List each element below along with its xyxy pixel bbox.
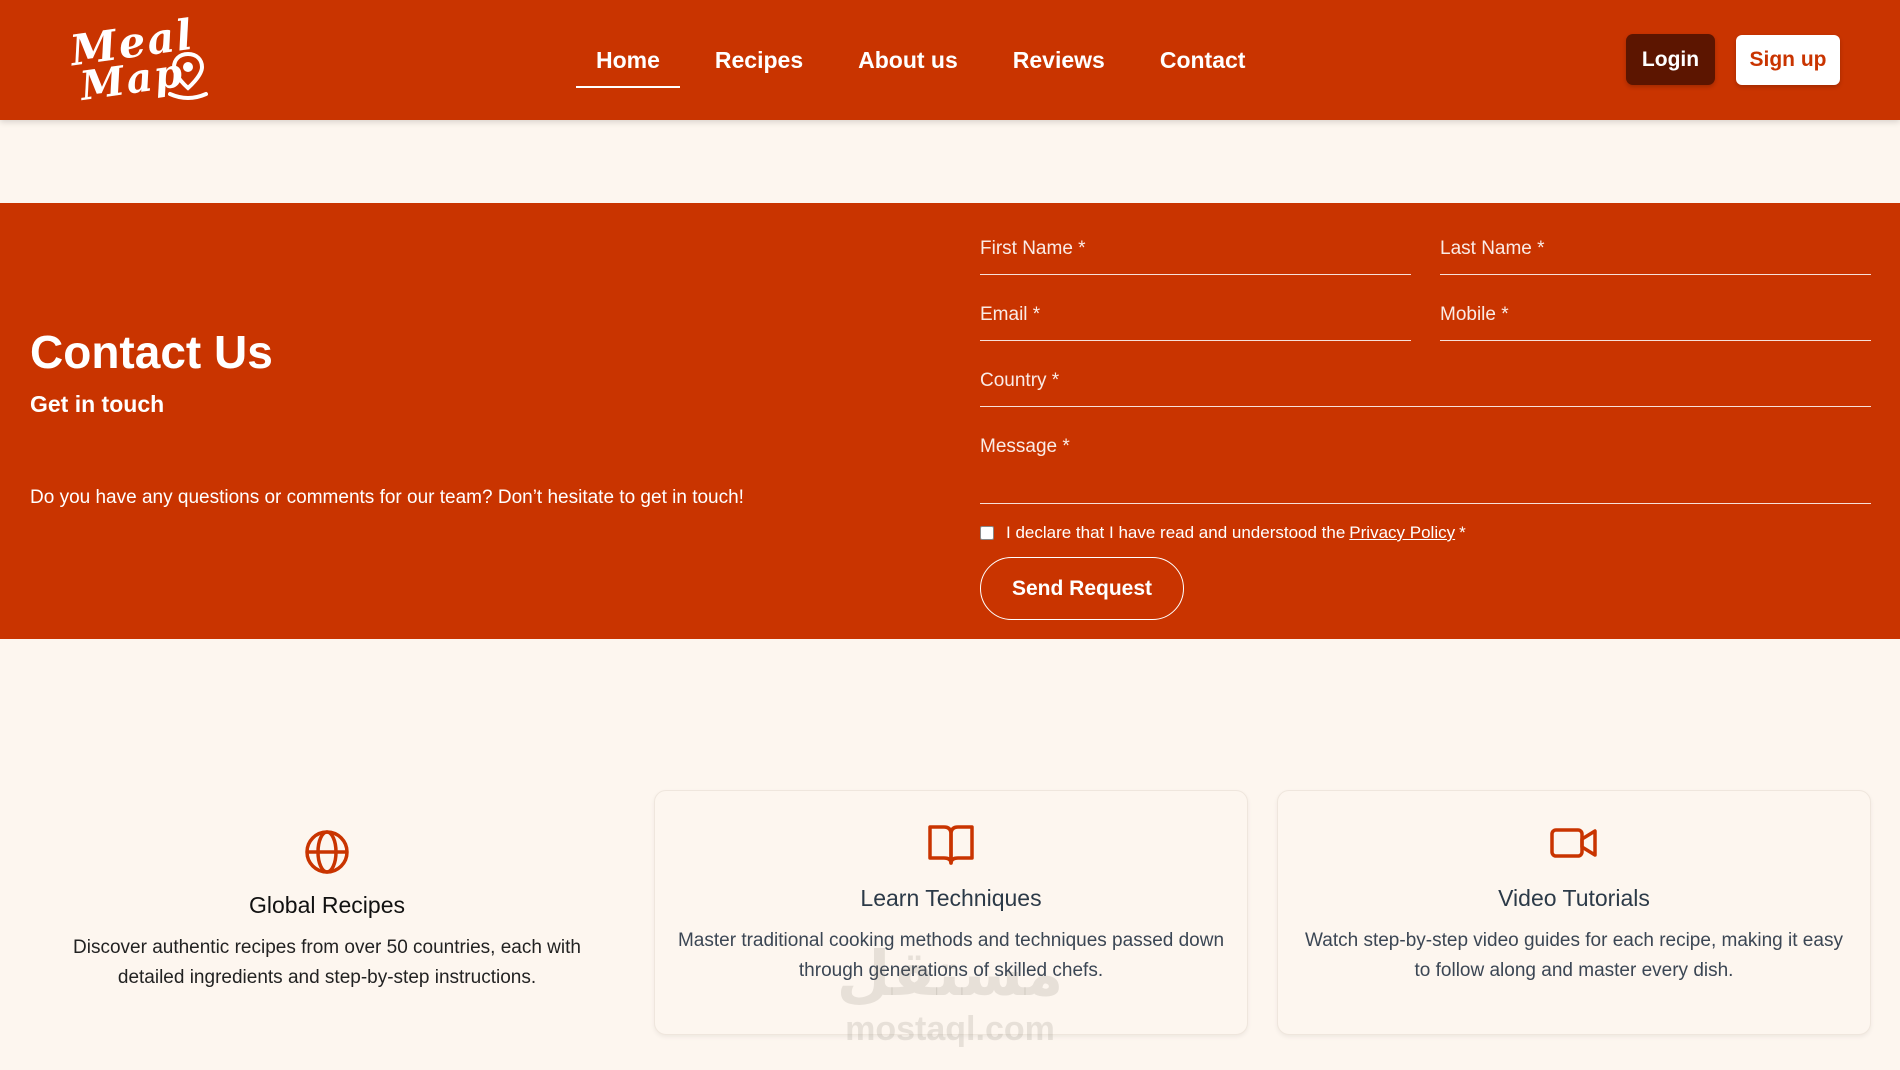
feature-text: Watch step-by-step video guides for each… (1305, 930, 1843, 981)
privacy-declaration: I declare that I have read and understoo… (980, 520, 1466, 546)
nav-home[interactable]: Home (576, 0, 680, 120)
login-button[interactable]: Login (1626, 34, 1715, 85)
mobile-field[interactable]: Mobile * (1440, 304, 1871, 341)
nav-about-us[interactable]: About us (858, 0, 958, 120)
first-name-field[interactable]: First Name * (980, 238, 1411, 275)
contact-title: Contact Us (30, 326, 273, 378)
meal-map-logo[interactable]: Meal Map (66, 10, 216, 110)
send-request-button[interactable]: Send Request (980, 557, 1184, 620)
main-nav: Home Recipes About us Reviews Contact (576, 0, 1300, 120)
feature-card-learn-techniques: Learn Techniques Master traditional cook… (654, 790, 1248, 1035)
nav-contact[interactable]: Contact (1160, 0, 1246, 120)
contact-section: Contact Us Get in touch Do you have any … (0, 203, 1900, 639)
message-label: Message * (980, 436, 1070, 457)
feature-text: Master traditional cooking methods and t… (677, 930, 1225, 981)
country-label: Country * (980, 370, 1060, 391)
first-name-label: First Name * (980, 238, 1086, 259)
book-icon (928, 825, 974, 865)
globe-icon (305, 830, 349, 874)
feature-title: Video Tutorials (1498, 885, 1650, 911)
feature-title: Learn Techniques (860, 885, 1042, 911)
signup-button[interactable]: Sign up (1736, 35, 1840, 85)
privacy-checkbox[interactable] (980, 526, 994, 540)
email-field[interactable]: Email * (980, 304, 1411, 341)
feature-text: Discover authentic recipes from over 50 … (73, 937, 581, 988)
declare-text: I declare that I have read and understoo… (1006, 523, 1346, 542)
feature-card-video-tutorials: Video Tutorials Watch step-by-step video… (1277, 790, 1871, 1035)
nav-recipes[interactable]: Recipes (715, 0, 803, 120)
site-header: Meal Map Home Recipes About us Reviews C… (0, 0, 1900, 120)
required-mark: * (1459, 523, 1466, 542)
video-camera-icon (1550, 828, 1597, 858)
contact-subtitle: Get in touch (30, 391, 165, 417)
message-field[interactable]: Message * (980, 436, 1871, 504)
contact-description: Do you have any questions or comments fo… (30, 487, 744, 508)
map-pin-icon (168, 51, 208, 100)
feature-card-global-recipes: Global Recipes Discover authentic recipe… (30, 790, 624, 1035)
last-name-field[interactable]: Last Name * (1440, 238, 1871, 275)
email-label: Email * (980, 304, 1041, 325)
mobile-label: Mobile * (1440, 304, 1509, 325)
nav-reviews[interactable]: Reviews (1013, 0, 1105, 120)
country-field[interactable]: Country * (980, 370, 1871, 407)
last-name-label: Last Name * (1440, 238, 1545, 259)
feature-title: Global Recipes (249, 892, 405, 918)
privacy-policy-link[interactable]: Privacy Policy (1349, 523, 1455, 543)
